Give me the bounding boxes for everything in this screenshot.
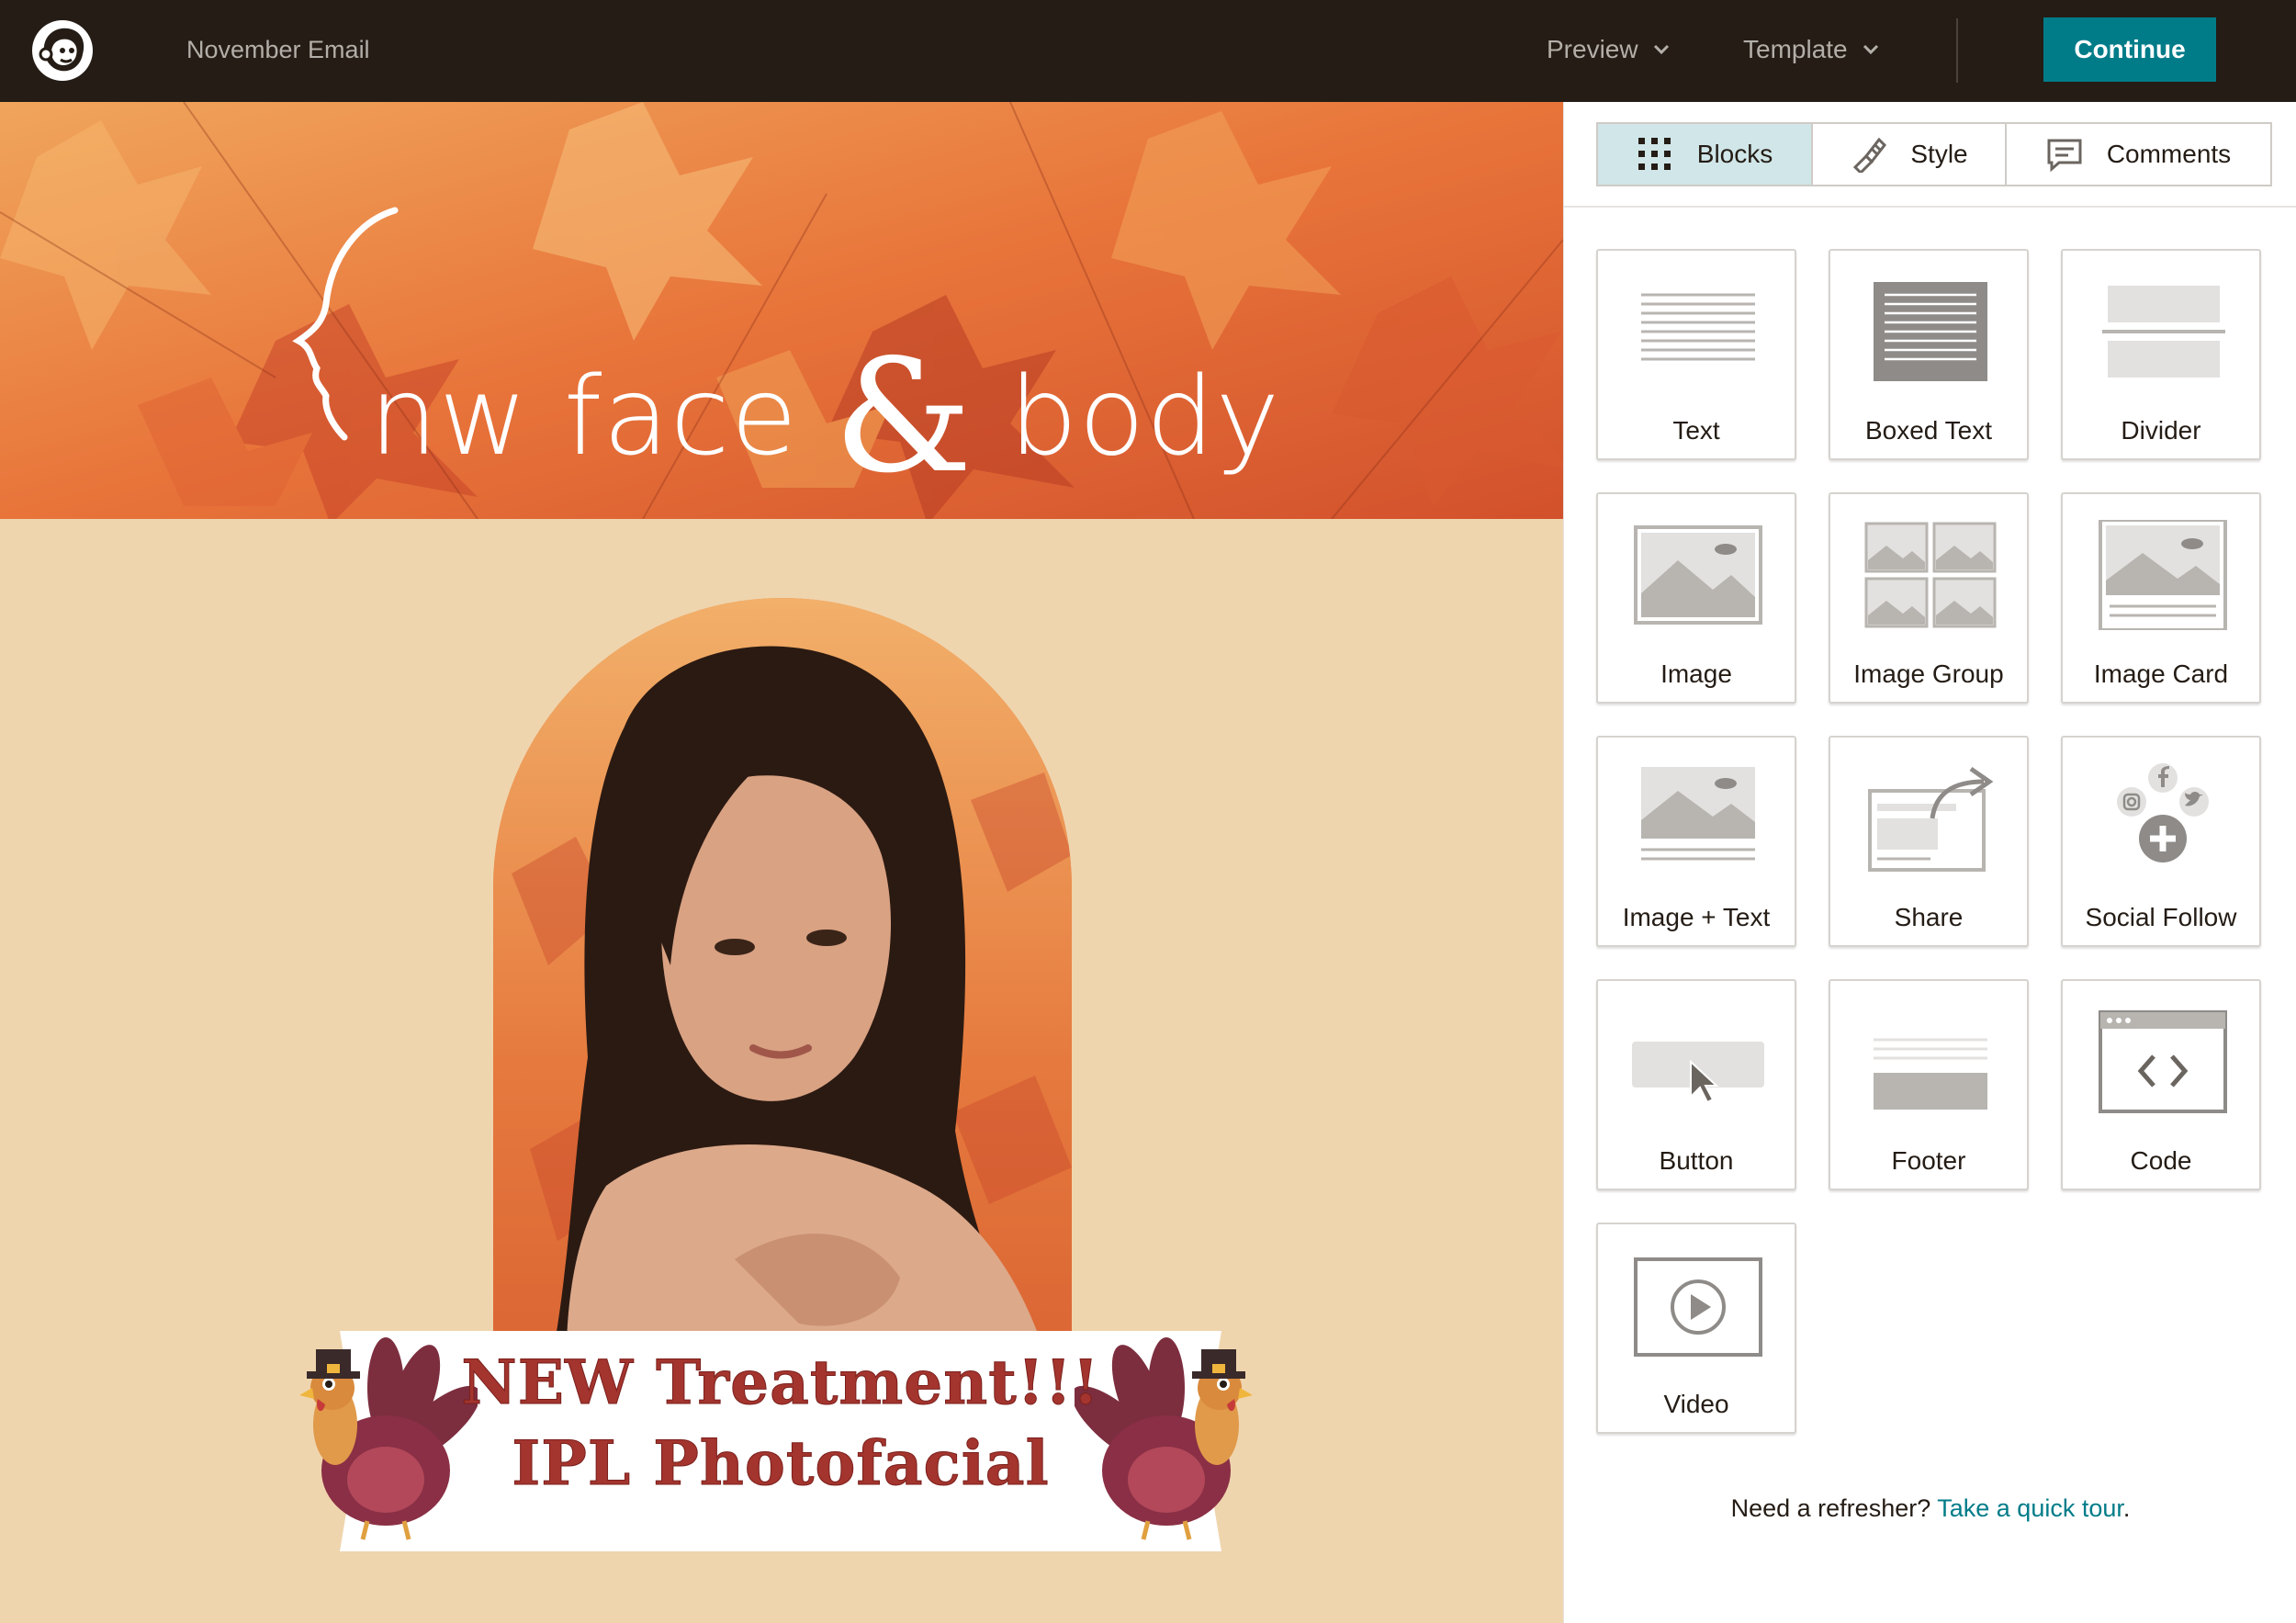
promo-headline[interactable]: NEW Treatment!!! IPL Photofacial	[340, 1342, 1221, 1504]
block-boxed-text[interactable]: Boxed Text	[1829, 249, 2029, 460]
block-code[interactable]: Code	[2061, 979, 2261, 1190]
block-image-card-label: Image Card	[2093, 659, 2229, 688]
block-image-group-label: Image Group	[1853, 659, 2004, 688]
block-image-text-label: Image + Text	[1622, 903, 1771, 931]
content-panel: Blocks Style Comments Text Boxed Text Di…	[1563, 102, 2296, 1623]
block-button[interactable]: Button	[1596, 979, 1796, 1190]
preview-label: Preview	[1547, 35, 1638, 63]
image-icon	[1634, 525, 1762, 625]
panel-tabs: Blocks Style Comments	[1596, 122, 2272, 186]
brand-ampersand: &	[833, 326, 974, 508]
block-image[interactable]: Image	[1596, 492, 1796, 704]
promo-line-2: IPL Photofacial	[512, 1427, 1050, 1500]
button-icon	[1632, 1042, 1764, 1104]
chevron-down-icon	[1863, 44, 1878, 55]
block-image-group[interactable]: Image Group	[1829, 492, 2029, 704]
preview-dropdown[interactable]: Preview	[1547, 33, 1670, 66]
tab-style-label: Style	[1910, 140, 1968, 168]
text-block-icon	[1641, 293, 1755, 361]
tour-prompt: Need a refresher? Take a quick tour.	[1564, 1494, 2296, 1523]
tab-style[interactable]: Style	[1813, 124, 2007, 185]
block-video[interactable]: Video	[1596, 1223, 1796, 1434]
template-dropdown[interactable]: Template	[1743, 33, 1879, 66]
continue-button[interactable]: Continue	[2043, 17, 2216, 82]
block-divider-label: Divider	[2121, 416, 2201, 445]
code-icon	[2099, 1010, 2227, 1113]
paint-brush-icon	[1853, 137, 1887, 173]
image-text-icon	[1641, 767, 1755, 861]
brand-wordmark: nw face & body	[369, 322, 1281, 495]
block-share[interactable]: Share	[1829, 736, 2029, 947]
boxed-text-icon	[1874, 282, 1987, 381]
block-text-label: Text	[1672, 416, 1720, 445]
brand-left-text: nw face	[369, 353, 799, 479]
block-image-card[interactable]: Image Card	[2061, 492, 2261, 704]
refresher-text: Need a refresher?	[1730, 1494, 1931, 1522]
block-share-label: Share	[1894, 903, 1964, 931]
chevron-down-icon	[1653, 44, 1669, 55]
divider-icon	[2102, 286, 2225, 378]
document-title[interactable]: November Email	[186, 33, 370, 66]
block-footer[interactable]: Footer	[1829, 979, 2029, 1190]
email-canvas[interactable]: nw face & body NEW Treatment!!! IPL Phot…	[0, 102, 1563, 1623]
brand-logo: nw face & body	[276, 203, 1286, 495]
promo-line-1: NEW Treatment!!!	[461, 1347, 1100, 1419]
brand-right-text: body	[1008, 353, 1281, 479]
block-button-label: Button	[1659, 1146, 1734, 1175]
block-footer-label: Footer	[1891, 1146, 1966, 1175]
grid-dots-icon	[1638, 138, 1671, 170]
block-code-label: Code	[2130, 1146, 2192, 1175]
block-image-label: Image	[1660, 659, 1732, 688]
refresher-end: .	[2122, 1494, 2131, 1522]
video-icon	[1634, 1257, 1762, 1357]
footer-icon	[1874, 1038, 1987, 1110]
tab-comments[interactable]: Comments	[2007, 124, 2270, 185]
quick-tour-link[interactable]: Take a quick tour	[1937, 1494, 2123, 1522]
block-video-label: Video	[1663, 1390, 1729, 1418]
block-divider[interactable]: Divider	[2061, 249, 2261, 460]
social-follow-icon	[2117, 763, 2209, 862]
tab-blocks-label: Blocks	[1696, 140, 1773, 168]
comment-icon	[2047, 139, 2082, 173]
image-card-icon	[2099, 520, 2227, 630]
block-social-follow[interactable]: Social Follow	[2061, 736, 2261, 947]
share-icon	[1868, 766, 1994, 872]
block-text[interactable]: Text	[1596, 249, 1796, 460]
block-image-text[interactable]: Image + Text	[1596, 736, 1796, 947]
panel-divider	[1564, 206, 2296, 208]
block-social-follow-label: Social Follow	[2085, 903, 2237, 931]
tab-blocks[interactable]: Blocks	[1598, 124, 1813, 185]
tab-comments-label: Comments	[2106, 140, 2232, 168]
top-bar: November Email Preview Template Continue	[0, 0, 2296, 102]
mailchimp-freddie-icon[interactable]	[28, 16, 97, 85]
block-boxed-text-label: Boxed Text	[1864, 416, 1993, 445]
topbar-divider	[1956, 18, 1958, 83]
template-label: Template	[1743, 35, 1848, 63]
image-group-icon	[1864, 522, 1997, 628]
